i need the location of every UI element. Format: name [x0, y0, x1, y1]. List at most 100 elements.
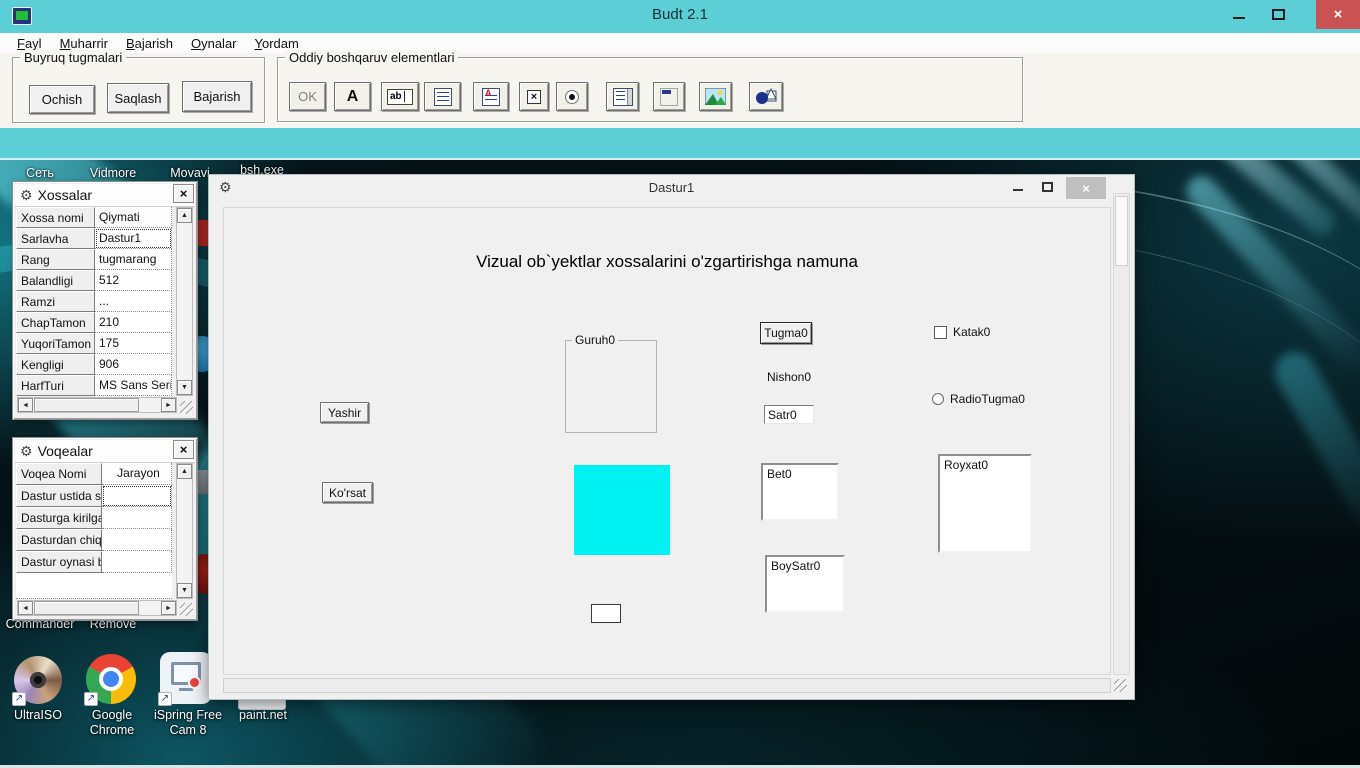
events-header-row: Voqea Nomi Jarayon: [16, 463, 194, 485]
form-maximize-button[interactable]: [1034, 175, 1062, 199]
property-row[interactable]: YuqoriTamon 175: [16, 333, 194, 354]
scrollbar-thumb[interactable]: [1115, 196, 1128, 266]
menu-oynalar[interactable]: Oynalar: [182, 35, 246, 52]
maximize-button[interactable]: [1262, 0, 1296, 29]
main-titlebar[interactable]: Budt 2.1 ×: [0, 0, 1360, 33]
scroll-right-button[interactable]: ►: [161, 601, 176, 615]
scroll-up-button[interactable]: ▲: [177, 208, 192, 223]
desktop-label-set[interactable]: Сеть: [10, 166, 70, 181]
events-vertical-scrollbar[interactable]: ▲ ▼: [176, 463, 193, 599]
radio-radiotugma0[interactable]: RadioTugma0: [932, 392, 1025, 406]
form-minimize-button[interactable]: [1004, 175, 1032, 199]
scroll-up-button[interactable]: ▲: [177, 464, 192, 479]
button-tugma0[interactable]: Tugma0: [760, 322, 812, 344]
minimize-button[interactable]: [1222, 0, 1256, 29]
properties-horizontal-scrollbar[interactable]: ◄ ►: [17, 397, 177, 413]
listbox-royxat0[interactable]: Royxat0: [938, 454, 1032, 553]
menu-bajarish[interactable]: Bajarish: [117, 35, 182, 52]
column-header-process[interactable]: Jarayon: [102, 463, 172, 485]
event-row[interactable]: Dasturga kirilgan: [16, 507, 194, 529]
palette-item-memo[interactable]: [424, 82, 461, 111]
form-horizontal-scrollbar[interactable]: [223, 678, 1111, 693]
run-button[interactable]: Bajarish: [182, 81, 252, 112]
event-row[interactable]: Dastur oynasi bo: [16, 551, 194, 573]
column-header-name[interactable]: Xossa nomi: [16, 207, 95, 228]
palette-item-shape[interactable]: [749, 82, 783, 111]
radiobutton-icon: [565, 89, 579, 104]
record-dot-icon: [188, 676, 201, 689]
property-row[interactable]: Kengligi 906: [16, 354, 194, 375]
events-panel-titlebar[interactable]: ⚙ Voqealar: [15, 440, 195, 463]
scrollbar-thumb[interactable]: [34, 398, 139, 412]
events-horizontal-scrollbar[interactable]: ◄ ►: [17, 600, 177, 616]
properties-panel-titlebar[interactable]: ⚙ Xossalar: [15, 184, 195, 207]
property-row[interactable]: Balandligi 512: [16, 270, 194, 291]
groupbox-guruh0[interactable]: Guruh0: [565, 333, 657, 433]
desktop-icon-label-chrome[interactable]: Google Chrome: [74, 708, 150, 738]
close-button[interactable]: ×: [1316, 0, 1360, 29]
scroll-down-button[interactable]: ▼: [177, 583, 192, 598]
palette-item-button[interactable]: OK: [289, 82, 326, 111]
open-button[interactable]: Ochish: [29, 85, 95, 114]
desktop-icon-label-ultraiso[interactable]: UltraISO: [0, 708, 76, 723]
shape-icon: [755, 88, 777, 104]
form-resize-grip[interactable]: [1114, 679, 1127, 692]
properties-close-button[interactable]: ×: [173, 184, 194, 203]
memo-boysatr0[interactable]: BoySatr0: [765, 555, 845, 613]
column-header-value[interactable]: Qiymati: [95, 207, 172, 228]
panel-resize-grip[interactable]: [180, 603, 193, 616]
desktop-label-vidmore[interactable]: Vidmore: [78, 166, 148, 181]
button-icon: OK: [298, 89, 317, 104]
property-row[interactable]: Sarlavha Dastur1: [16, 228, 194, 249]
events-table: Voqea Nomi Jarayon Dastur ustida sic Das…: [16, 463, 194, 599]
cyan-shape-rectangle[interactable]: [574, 465, 670, 555]
event-row[interactable]: Dasturdan chiqil: [16, 529, 194, 551]
menu-muharrir[interactable]: Muharrir: [51, 35, 117, 52]
shortcut-arrow-icon: ↗: [12, 692, 26, 706]
form-vertical-scrollbar[interactable]: [1113, 193, 1130, 675]
desktop-icon-chrome[interactable]: ↗: [84, 654, 136, 706]
palette-item-listbox[interactable]: [606, 82, 639, 111]
scroll-left-button[interactable]: ◄: [18, 398, 33, 412]
desktop-icon-ultraiso[interactable]: ↗: [12, 656, 62, 706]
palette-item-radiobutton[interactable]: [556, 82, 588, 111]
group-command-label: Buyruq tugmalari: [20, 50, 127, 65]
palette-item-textbox[interactable]: ab: [381, 82, 419, 111]
palette-item-richtext[interactable]: A: [473, 82, 509, 111]
form-close-button[interactable]: ×: [1066, 177, 1106, 199]
memo-icon: [433, 87, 452, 106]
scroll-right-button[interactable]: ►: [161, 398, 176, 412]
column-header-event[interactable]: Voqea Nomi: [16, 463, 102, 485]
palette-item-checkbox[interactable]: ×: [519, 82, 549, 111]
property-row[interactable]: HarfTuri MS Sans Serif: [16, 375, 194, 396]
property-row[interactable]: ChapTamon 210: [16, 312, 194, 333]
property-row[interactable]: Rang tugmarang: [16, 249, 194, 270]
gear-icon: ⚙: [20, 442, 33, 459]
desktop-icon-label-paintnet[interactable]: paint.net: [231, 708, 295, 723]
edit-satr0[interactable]: Satr0: [764, 405, 814, 424]
events-close-button[interactable]: ×: [173, 440, 194, 459]
checkbox-box[interactable]: [934, 325, 947, 339]
menu-fayl[interactable]: Fayl: [8, 35, 51, 52]
property-row[interactable]: Ramzi ...: [16, 291, 194, 312]
scroll-left-button[interactable]: ◄: [18, 601, 33, 615]
event-row[interactable]: Dastur ustida sic: [16, 485, 194, 507]
radio-circle[interactable]: [932, 393, 944, 405]
desktop-icon-label-ispring[interactable]: iSpring Free Cam 8: [148, 708, 228, 738]
small-empty-box[interactable]: [591, 604, 621, 623]
form-titlebar[interactable]: ⚙ Dastur1 ×: [209, 175, 1134, 201]
button-yashir[interactable]: Yashir: [320, 402, 369, 423]
panel-resize-grip[interactable]: [180, 401, 193, 414]
properties-vertical-scrollbar[interactable]: ▲ ▼: [176, 207, 193, 396]
panel-bet0[interactable]: Bet0: [761, 463, 839, 521]
palette-item-panel[interactable]: [653, 82, 685, 111]
palette-item-label[interactable]: A: [334, 82, 371, 111]
palette-item-image[interactable]: [699, 82, 732, 111]
save-button[interactable]: Saqlash: [107, 83, 169, 113]
scroll-down-button[interactable]: ▼: [177, 380, 192, 395]
desktop-icon-ispring[interactable]: ↗: [158, 652, 212, 706]
checkbox-katak0[interactable]: Katak0: [934, 325, 990, 339]
scrollbar-thumb[interactable]: [34, 601, 139, 615]
menu-yordam[interactable]: Yordam: [246, 35, 308, 52]
button-korsat[interactable]: Ko'rsat: [322, 482, 373, 503]
